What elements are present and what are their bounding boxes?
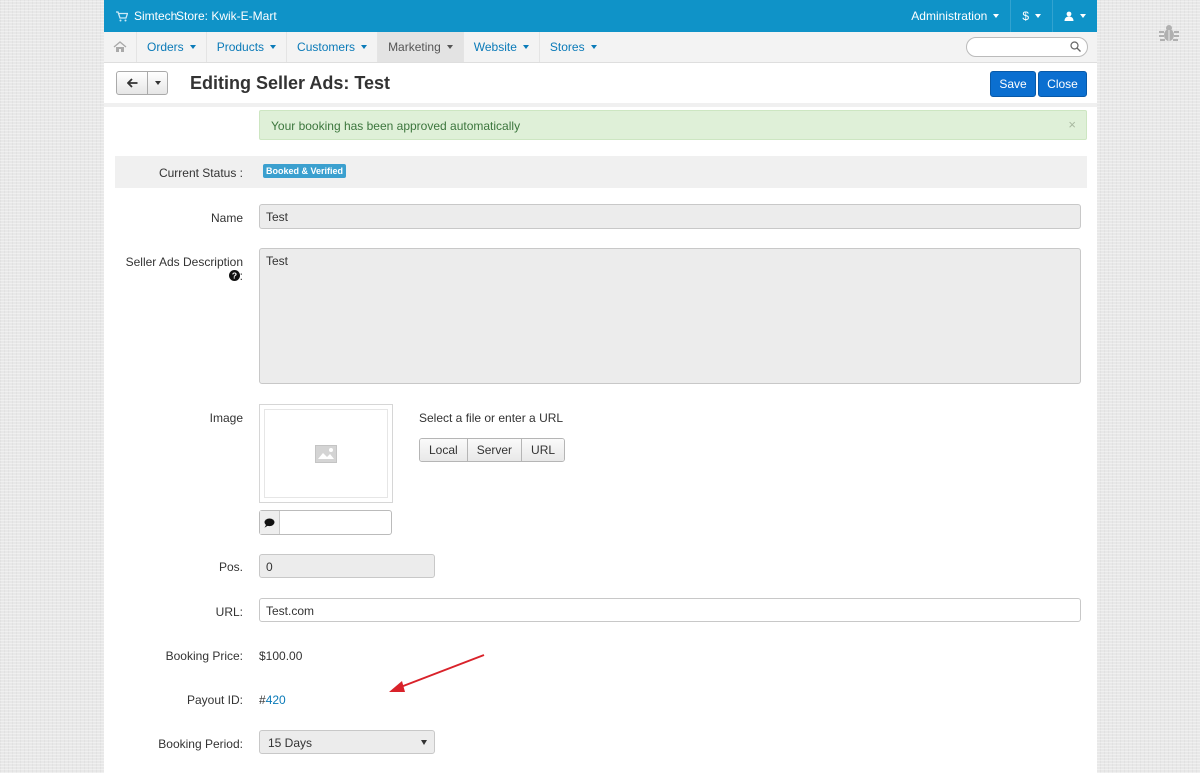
user-menu[interactable] <box>1052 0 1097 32</box>
current-status-label: Current Status : <box>158 166 243 180</box>
cart-icon <box>116 10 128 21</box>
currency-menu[interactable]: $ <box>1010 0 1052 32</box>
server-button[interactable]: Server <box>466 439 522 461</box>
chevron-down-icon <box>361 45 368 49</box>
nav-customers-label: Customers <box>297 40 356 54</box>
nav-website[interactable]: Website <box>462 32 539 62</box>
url-label: URL: <box>215 605 243 619</box>
bug-icon[interactable] <box>1158 22 1180 44</box>
administration-label: Administration <box>911 9 988 23</box>
description-label-row: Seller Ads Description ? : <box>113 255 243 283</box>
svg-text:?: ? <box>232 271 237 281</box>
chevron-down-icon <box>270 45 277 49</box>
image-icon <box>315 444 337 463</box>
booking-period-label: Booking Period: <box>158 737 243 751</box>
description-textarea[interactable]: Test <box>259 248 1081 384</box>
user-icon <box>1064 11 1074 21</box>
back-button[interactable] <box>116 71 168 95</box>
nav-products[interactable]: Products <box>205 32 286 62</box>
close-icon[interactable]: × <box>1068 117 1076 132</box>
comment-icon <box>264 518 275 528</box>
image-label: Image <box>209 411 243 425</box>
store-selector[interactable]: Store: Kwik-E-Mart <box>176 0 277 32</box>
annotation-arrow <box>389 654 485 692</box>
search-icon[interactable] <box>1070 41 1081 52</box>
chevron-down-icon <box>993 14 1000 18</box>
chevron-down-icon <box>590 45 597 49</box>
chevron-down-icon <box>522 45 529 49</box>
nav-stores-label: Stores <box>549 40 585 54</box>
description-label: Seller Ads Description <box>125 255 243 269</box>
pos-input[interactable]: 0 <box>259 554 435 578</box>
nav-marketing[interactable]: Marketing <box>377 32 463 62</box>
name-input[interactable]: Test <box>259 204 1081 229</box>
booking-period-select[interactable]: 15 Days <box>259 730 435 754</box>
alert-message: Your booking has been approved automatic… <box>271 119 521 133</box>
status-row <box>115 156 1087 188</box>
payout-id-value: #420 <box>259 693 286 707</box>
nav-orders-label: Orders <box>147 40 184 54</box>
home-icon[interactable] <box>113 40 127 54</box>
close-button[interactable]: Close <box>1038 71 1087 97</box>
page-title: Editing Seller Ads: Test <box>190 73 391 93</box>
payout-id-label: Payout ID: <box>186 693 243 707</box>
image-source-buttons: Local Server URL <box>419 438 566 462</box>
booking-price-value: $100.00 <box>259 649 303 663</box>
image-source-hint: Select a file or enter a URL <box>419 411 564 425</box>
description-label-suffix: : <box>239 269 243 283</box>
question-circle-icon[interactable]: ? <box>228 270 240 281</box>
chevron-down-icon <box>154 81 161 85</box>
payout-id-prefix: # <box>259 693 266 707</box>
nav-stores[interactable]: Stores <box>538 32 607 62</box>
top-bar: Simtech Store: Kwik-E-Mart Administratio… <box>104 0 1097 32</box>
local-button[interactable]: Local <box>420 439 467 461</box>
title-bar: Editing Seller Ads: Test Save Close <box>104 63 1097 107</box>
nav-marketing-label: Marketing <box>388 40 441 54</box>
chevron-down-icon <box>1080 14 1086 18</box>
status-badge: Booked & Verified <box>263 164 347 178</box>
pos-label: Pos. <box>218 560 243 574</box>
store-name: Store: Kwik-E-Mart <box>176 9 277 23</box>
booking-price-label: Booking Price: <box>165 649 243 663</box>
name-label: Name <box>210 211 243 225</box>
save-button[interactable]: Save <box>990 71 1036 97</box>
nav-customers[interactable]: Customers <box>286 32 377 62</box>
brand-link[interactable]: Simtech <box>116 0 177 32</box>
payout-id-link[interactable]: 420 <box>266 693 286 707</box>
url-button[interactable]: URL <box>521 439 565 461</box>
admin-panel: Simtech Store: Kwik-E-Mart Administratio… <box>104 0 1097 773</box>
currency-label: $ <box>1022 9 1029 23</box>
image-preview[interactable] <box>259 404 393 503</box>
chevron-down-icon <box>1035 14 1041 18</box>
chevron-down-icon <box>421 740 427 745</box>
main-nav: Orders Products Customers Marketing Webs… <box>104 32 1097 63</box>
chevron-down-icon <box>446 45 453 49</box>
image-alt-input[interactable] <box>259 510 392 535</box>
back-dropdown-toggle[interactable] <box>148 72 167 94</box>
booking-period-value: 15 Days <box>268 736 313 750</box>
search-input[interactable] <box>966 37 1088 57</box>
administration-menu[interactable]: Administration <box>900 0 1010 32</box>
arrow-left-icon <box>126 78 137 88</box>
nav-products-label: Products <box>216 40 265 54</box>
nav-website-label: Website <box>473 40 517 54</box>
chevron-down-icon <box>189 45 196 49</box>
success-alert: Your booking has been approved automatic… <box>259 110 1087 140</box>
nav-orders[interactable]: Orders <box>136 32 206 62</box>
url-input[interactable]: Test.com <box>259 598 1081 622</box>
brand-name: Simtech <box>134 9 178 23</box>
